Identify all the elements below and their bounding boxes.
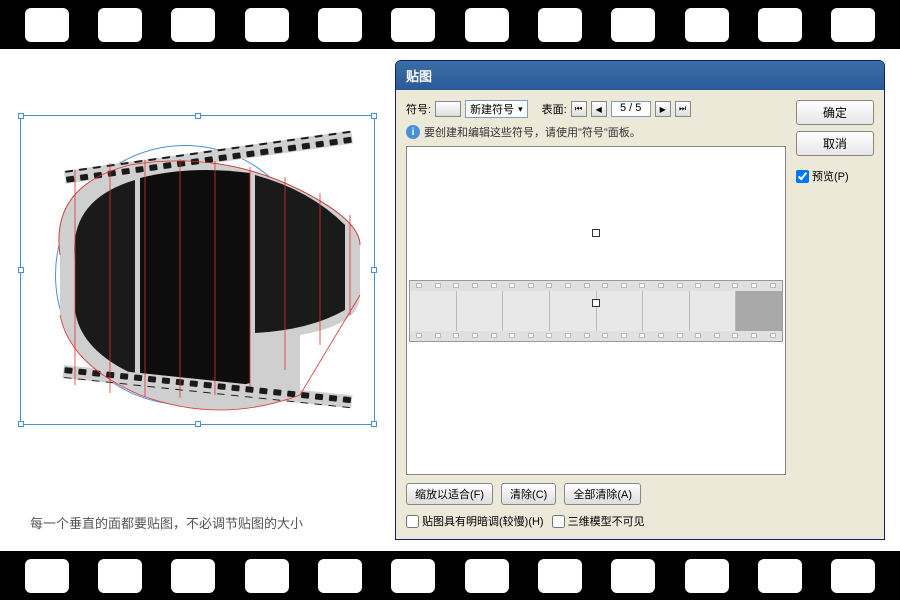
prev-face-button[interactable]: ◀ — [591, 101, 607, 117]
hint-text: 要创建和编辑这些符号，请使用"符号"面板。 — [424, 124, 641, 140]
cancel-button[interactable]: 取消 — [796, 131, 874, 156]
preview-area[interactable] — [406, 146, 786, 475]
clear-button[interactable]: 清除(C) — [501, 483, 556, 505]
next-face-button[interactable]: ▶ — [655, 101, 671, 117]
film-border-bottom — [0, 551, 900, 600]
face-label: 表面: — [542, 101, 567, 117]
info-icon: i — [406, 125, 420, 139]
symbol-value: 新建符号 — [470, 101, 514, 117]
ok-button[interactable]: 确定 — [796, 100, 874, 125]
artwork-panel: 每一个垂直的面都要贴图，不必调节贴图的大小 — [15, 60, 385, 540]
preview-checkbox[interactable]: 预览(P) — [796, 168, 874, 184]
symbol-dropdown[interactable]: 新建符号 ▾ — [465, 100, 528, 118]
first-face-button[interactable]: ⏮ — [571, 101, 587, 117]
instruction-caption: 每一个垂直的面都要贴图，不必调节贴图的大小 — [30, 513, 303, 532]
invisible-geometry-checkbox[interactable]: 三维模型不可见 — [552, 513, 645, 529]
scale-to-fit-button[interactable]: 缩放以适合(F) — [406, 483, 493, 505]
face-input[interactable]: 5 / 5 — [611, 101, 651, 117]
filmstrip-symbol-preview[interactable] — [409, 280, 783, 342]
last-face-button[interactable]: ⏭ — [675, 101, 691, 117]
film-border-top — [0, 0, 900, 49]
shading-checkbox[interactable]: 贴图具有明暗调(较慢)(H) — [406, 513, 544, 529]
artwork-3d-film[interactable] — [20, 115, 375, 425]
chevron-down-icon: ▾ — [518, 104, 523, 115]
map-art-dialog: 贴图 符号: 新建符号 ▾ 表面: ⏮ ◀ 5 / 5 ▶ — [395, 60, 885, 540]
selection-handle-top[interactable] — [592, 229, 600, 237]
symbol-swatch[interactable] — [435, 101, 461, 117]
symbol-label: 符号: — [406, 101, 431, 117]
dialog-titlebar[interactable]: 贴图 — [396, 61, 884, 90]
bounding-box[interactable] — [20, 115, 375, 425]
clear-all-button[interactable]: 全部清除(A) — [564, 483, 641, 505]
selection-handle-bottom[interactable] — [592, 299, 600, 307]
